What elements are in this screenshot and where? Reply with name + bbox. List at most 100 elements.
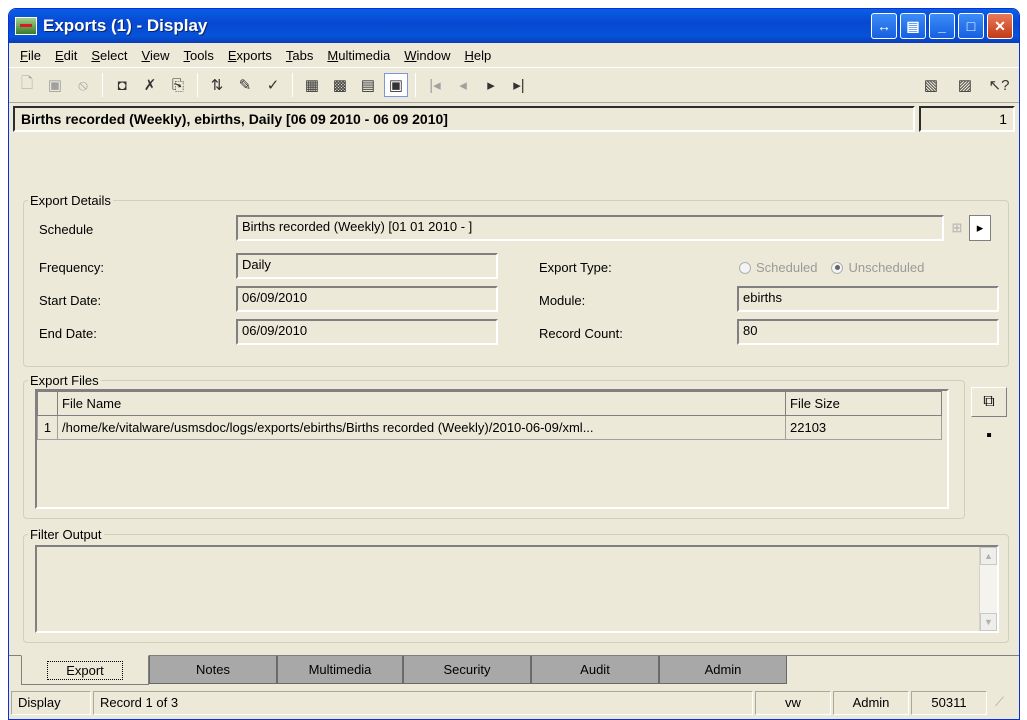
- file-size-cell[interactable]: 22103: [785, 415, 942, 440]
- record-bar: Births recorded (Weekly), ebirths, Daily…: [9, 103, 1019, 135]
- details-view-icon[interactable]: ▤: [356, 73, 380, 97]
- export-files-grid: File Name File Size 1 /home/ke/vitalware…: [35, 389, 949, 509]
- schedule-label: Schedule: [39, 222, 94, 237]
- frequency-field[interactable]: Daily: [236, 253, 498, 279]
- schedule-open-icon[interactable]: ▸: [969, 215, 991, 241]
- list-view-icon[interactable]: ▦: [300, 73, 324, 97]
- filter-output-scrollbar[interactable]: ▲ ▼: [979, 547, 997, 631]
- view-file-icon[interactable]: ⧉: [971, 387, 1007, 417]
- menu-select[interactable]: Select: [84, 48, 134, 63]
- radio-unscheduled-label: Unscheduled: [848, 260, 925, 275]
- record-count-label: Record Count:: [539, 326, 623, 341]
- start-date-field[interactable]: 06/09/2010: [236, 286, 498, 312]
- cancel-icon[interactable]: ⦸: [71, 73, 95, 97]
- radio-scheduled-label: Scheduled: [756, 260, 818, 275]
- minimize-button[interactable]: _: [929, 13, 955, 39]
- menu-help[interactable]: Help: [458, 48, 499, 63]
- toolbar: 🗋 ▣ ⦸ ◘ ✗ ⎘ ⇅ ✎ ✓ ▦ ▩ ▤ ▣ |◂ ◂ ▸ ▸| ▧ ▨ …: [9, 67, 1019, 103]
- status-id: 50311: [911, 691, 987, 715]
- save-icon[interactable]: ▣: [43, 73, 67, 97]
- sort-icon[interactable]: ⇅: [205, 73, 229, 97]
- restore-tool-icon[interactable]: ▤: [900, 13, 926, 39]
- schedule-field[interactable]: Births recorded (Weekly) [01 01 2010 - ]: [236, 215, 944, 241]
- new-record-icon[interactable]: ⎘: [166, 73, 190, 97]
- column-header-file-size[interactable]: File Size: [785, 391, 942, 416]
- export-details-legend: Export Details: [30, 193, 111, 208]
- menu-tabs[interactable]: Tabs: [279, 48, 320, 63]
- help-context-icon[interactable]: ↔: [871, 13, 897, 39]
- exports-window: Exports (1) - Display ↔ ▤ _ □ ✕ File Edi…: [8, 8, 1020, 720]
- export-files-legend: Export Files: [30, 373, 99, 388]
- menu-exports[interactable]: Exports: [221, 48, 279, 63]
- row-number: 1: [37, 415, 58, 440]
- column-header-file-name[interactable]: File Name: [57, 391, 786, 416]
- first-record-icon[interactable]: |◂: [423, 73, 447, 97]
- status-user-group: Admin: [833, 691, 909, 715]
- module-label: Module:: [539, 293, 586, 308]
- filter-output-textarea[interactable]: ▲ ▼: [35, 545, 999, 633]
- grid-view-icon[interactable]: ▩: [328, 73, 352, 97]
- status-record: Record 1 of 3: [93, 691, 753, 715]
- delete-record-icon[interactable]: ✗: [138, 73, 162, 97]
- record-title: Births recorded (Weekly), ebirths, Daily…: [13, 106, 915, 132]
- previous-record-icon[interactable]: ◂: [451, 73, 475, 97]
- record-number: 1: [919, 106, 1015, 132]
- export-type-radio-group: Scheduled Unscheduled: [739, 260, 924, 275]
- scroll-up-icon[interactable]: ▲: [980, 547, 997, 565]
- table-row[interactable]: 1 /home/ke/vitalware/usmsdoc/logs/export…: [37, 415, 942, 440]
- status-mode: Display: [11, 691, 91, 715]
- tab-notes[interactable]: Notes: [149, 656, 277, 684]
- help-pointer-icon[interactable]: ↖?: [987, 73, 1011, 97]
- schedule-lookup-icon[interactable]: ⊞: [947, 215, 967, 241]
- status-bar: Display Record 1 of 3 vw Admin 50311 ⟋: [9, 689, 1019, 717]
- close-button[interactable]: ✕: [987, 13, 1013, 39]
- toolbar-separator: [197, 73, 198, 97]
- module-field[interactable]: ebirths: [737, 286, 999, 312]
- tab-security[interactable]: Security: [403, 656, 531, 684]
- menu-view[interactable]: View: [135, 48, 177, 63]
- file-name-cell[interactable]: /home/ke/vitalware/usmsdoc/logs/exports/…: [57, 415, 786, 440]
- radio-unscheduled[interactable]: Unscheduled: [831, 260, 924, 275]
- next-record-icon[interactable]: ▸: [479, 73, 503, 97]
- export-type-label: Export Type:: [539, 260, 612, 275]
- edit-icon[interactable]: ✎: [233, 73, 257, 97]
- radio-unscheduled-icon: [831, 261, 844, 274]
- open-record-icon[interactable]: ◘: [110, 73, 134, 97]
- page-view-icon[interactable]: ▣: [384, 73, 408, 97]
- menu-edit[interactable]: Edit: [48, 48, 84, 63]
- menu-bar: File Edit Select View Tools Exports Tabs…: [9, 43, 1019, 67]
- last-record-icon[interactable]: ▸|: [507, 73, 531, 97]
- maximize-button[interactable]: □: [958, 13, 984, 39]
- status-user-code: vw: [755, 691, 831, 715]
- tab-export-label: Export: [47, 660, 123, 680]
- end-date-label: End Date:: [39, 326, 97, 341]
- resize-grip-icon[interactable]: ⟋: [989, 691, 1011, 715]
- frequency-label: Frequency:: [39, 260, 105, 275]
- new-icon[interactable]: 🗋: [15, 73, 39, 97]
- window-title: Exports (1) - Display: [43, 16, 208, 35]
- tab-admin[interactable]: Admin: [659, 656, 787, 684]
- grid-header-row: File Name File Size: [37, 391, 942, 416]
- spellcheck-icon[interactable]: ✓: [261, 73, 285, 97]
- report-icon[interactable]: ▧: [919, 73, 943, 97]
- record-count-field[interactable]: 80: [737, 319, 999, 345]
- end-date-field[interactable]: 06/09/2010: [236, 319, 498, 345]
- tab-export[interactable]: Export: [21, 655, 149, 685]
- menu-multimedia[interactable]: Multimedia: [320, 48, 397, 63]
- tab-multimedia[interactable]: Multimedia: [277, 656, 403, 684]
- app-icon: [15, 17, 37, 35]
- save-file-icon[interactable]: ▪: [971, 421, 1007, 451]
- menu-window[interactable]: Window: [397, 48, 457, 63]
- toolbar-separator: [415, 73, 416, 97]
- title-bar: Exports (1) - Display ↔ ▤ _ □ ✕: [9, 9, 1019, 43]
- radio-scheduled-icon: [739, 261, 751, 274]
- filter-output-legend: Filter Output: [30, 527, 102, 542]
- menu-tools[interactable]: Tools: [176, 48, 220, 63]
- radio-scheduled[interactable]: Scheduled: [739, 260, 817, 275]
- grid-corner: [37, 391, 58, 416]
- toolbar-separator: [102, 73, 103, 97]
- menu-file[interactable]: File: [13, 48, 48, 63]
- tab-audit[interactable]: Audit: [531, 656, 659, 684]
- attach-icon[interactable]: ▨: [953, 73, 977, 97]
- scroll-down-icon[interactable]: ▼: [980, 613, 997, 631]
